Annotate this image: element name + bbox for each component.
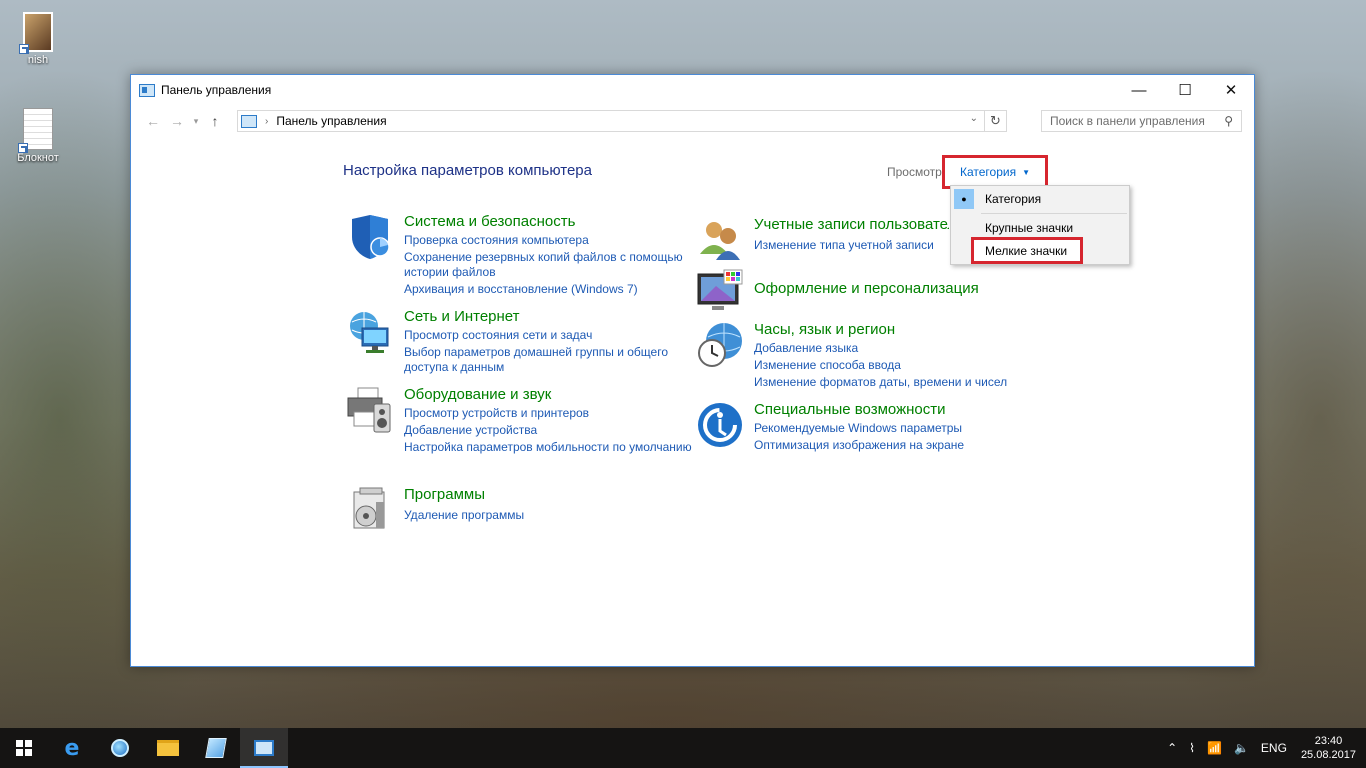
category-link[interactable]: Рекомендуемые Windows параметры (754, 421, 1044, 436)
taskbar-file-explorer[interactable] (144, 728, 192, 768)
clock-globe-icon (698, 323, 742, 367)
volume-icon[interactable]: 🔈 (1234, 741, 1249, 755)
control-panel-window: Панель управления — ☐ ✕ ← → ▾ ↑ › Панель… (130, 74, 1255, 667)
monitor-palette-icon (697, 269, 743, 310)
category-link[interactable]: Добавление языка (754, 341, 1044, 356)
shield-icon (352, 215, 390, 259)
address-field[interactable]: › Панель управления ⌄ ↻ (237, 110, 1007, 132)
category-link[interactable]: Выбор параметров домашней группы и общег… (404, 345, 694, 375)
category-link[interactable]: Добавление устройства (404, 423, 694, 438)
folder-icon (157, 740, 179, 756)
users-icon (700, 222, 740, 260)
category-link-text: Изменение типа учетной записи (754, 238, 934, 252)
desktop-icon-label: nish (27, 54, 49, 66)
menu-item-label: Мелкие значки (985, 243, 1068, 258)
desktop-icon-notepad[interactable]: Блокнот (8, 108, 68, 164)
clock[interactable]: 23:40 25.08.2017 (1301, 734, 1356, 762)
search-icon[interactable]: ⚲ (1224, 114, 1233, 128)
category-title[interactable]: Учетные записи пользователей (754, 216, 949, 233)
category-link[interactable]: Изменение форматов даты, времени и чисел (754, 375, 1044, 390)
clock-time: 23:40 (1314, 735, 1343, 747)
desktop-icon-nish[interactable]: nish (8, 12, 68, 66)
menu-divider (981, 213, 1127, 214)
taskbar-app[interactable] (96, 728, 144, 768)
taskbar-control-panel[interactable] (240, 728, 288, 768)
address-dropdown-icon[interactable]: ⌄ (970, 113, 978, 124)
printer-speaker-icon (347, 387, 391, 433)
category-title[interactable]: Система и безопасность (404, 213, 575, 230)
menu-item-small-icons[interactable]: Мелкие значки (971, 237, 1083, 264)
edge-icon: e (64, 735, 80, 761)
category-link[interactable]: Оптимизация изображения на экране (754, 438, 1044, 453)
network-globe-icon (350, 312, 389, 353)
window-title: Панель управления (161, 83, 272, 97)
menu-item-label: Категория (985, 192, 1042, 206)
category-link[interactable]: Просмотр устройств и принтеров (404, 406, 694, 421)
category-title[interactable]: Часы, язык и регион (754, 321, 895, 338)
network-icon[interactable]: 📶 (1207, 741, 1222, 755)
category-link[interactable]: Удаление программы (404, 508, 694, 523)
category-title[interactable]: Специальные возможности (754, 401, 946, 418)
breadcrumb[interactable]: Панель управления (276, 114, 386, 128)
programs-icon (353, 487, 385, 529)
category-link[interactable]: Просмотр состояния сети и задач (404, 328, 694, 343)
minimize-button[interactable]: — (1116, 75, 1162, 105)
menu-item-category[interactable]: ● Категория (951, 187, 1129, 211)
recent-locations-chevron-icon[interactable]: ▾ (189, 109, 203, 133)
forward-arrow-icon[interactable]: → (165, 109, 189, 133)
control-panel-icon (139, 83, 155, 97)
category-link[interactable]: Сохранение резервных копий файлов с помо… (404, 250, 694, 280)
title-bar[interactable]: Панель управления — ☐ ✕ (131, 75, 1254, 105)
close-button[interactable]: ✕ (1208, 75, 1254, 105)
category-title[interactable]: Сеть и Интернет (404, 308, 520, 325)
up-arrow-icon[interactable]: ↑ (203, 109, 227, 133)
category-link[interactable]: Архивация и восстановление (Windows 7) (404, 282, 694, 297)
search-input[interactable]: Поиск в панели управления ⚲ (1041, 110, 1242, 132)
taskbar: e ⌃ ⌇ 📶 🔈 ENG 23:40 25.08.2017 (0, 728, 1366, 768)
maximize-button[interactable]: ☐ (1162, 75, 1208, 105)
system-tray: ⌃ ⌇ 📶 🔈 ENG 23:40 25.08.2017 (1161, 728, 1366, 768)
wifi-icon[interactable]: ⌇ (1189, 741, 1195, 755)
view-by-label: Просмотр (887, 165, 942, 179)
notepad-icon (205, 738, 227, 758)
image-file-icon (19, 12, 53, 54)
app-globe-icon (111, 739, 129, 757)
refresh-icon[interactable]: ↻ (984, 111, 1006, 131)
show-hidden-icons-icon[interactable]: ⌃ (1167, 741, 1177, 755)
category-link[interactable]: Проверка состояния компьютера (404, 233, 694, 248)
windows-logo-icon (16, 740, 32, 756)
selected-bullet-icon: ● (954, 189, 974, 209)
control-panel-icon (254, 740, 274, 756)
address-bar: ← → ▾ ↑ › Панель управления ⌄ ↻ Поиск в … (131, 105, 1254, 137)
category-title[interactable]: Оформление и персонализация (754, 280, 979, 297)
dropdown-caret-icon: ▼ (1022, 167, 1031, 177)
category-title[interactable]: Оборудование и звук (404, 386, 551, 403)
view-by-dropdown[interactable]: Категория ▼ (942, 155, 1048, 189)
breadcrumb-separator-icon: › (265, 115, 269, 127)
category-link[interactable]: Изменение типа учетной записи (754, 238, 949, 253)
accessibility-icon (698, 403, 742, 447)
view-by-value: Категория (959, 165, 1017, 179)
category-title[interactable]: Программы (404, 486, 485, 503)
notepad-icon (18, 108, 53, 153)
menu-item-label: Крупные значки (985, 221, 1074, 235)
language-indicator[interactable]: ENG (1261, 741, 1287, 755)
start-button[interactable] (0, 728, 48, 768)
page-title: Настройка параметров компьютера (343, 162, 592, 179)
taskbar-edge[interactable]: e (48, 728, 96, 768)
clock-date: 25.08.2017 (1300, 749, 1356, 761)
taskbar-notepad[interactable] (192, 728, 240, 768)
category-link[interactable]: Изменение способа ввода (754, 358, 1044, 373)
category-link[interactable]: Настройка параметров мобильности по умол… (404, 440, 694, 455)
back-arrow-icon[interactable]: ← (141, 109, 165, 133)
desktop-icon-label: Блокнот (17, 152, 59, 164)
view-by-menu: ● Категория Крупные значки Мелкие значки (950, 185, 1130, 265)
control-panel-icon (241, 114, 257, 128)
search-placeholder: Поиск в панели управления (1050, 114, 1205, 128)
